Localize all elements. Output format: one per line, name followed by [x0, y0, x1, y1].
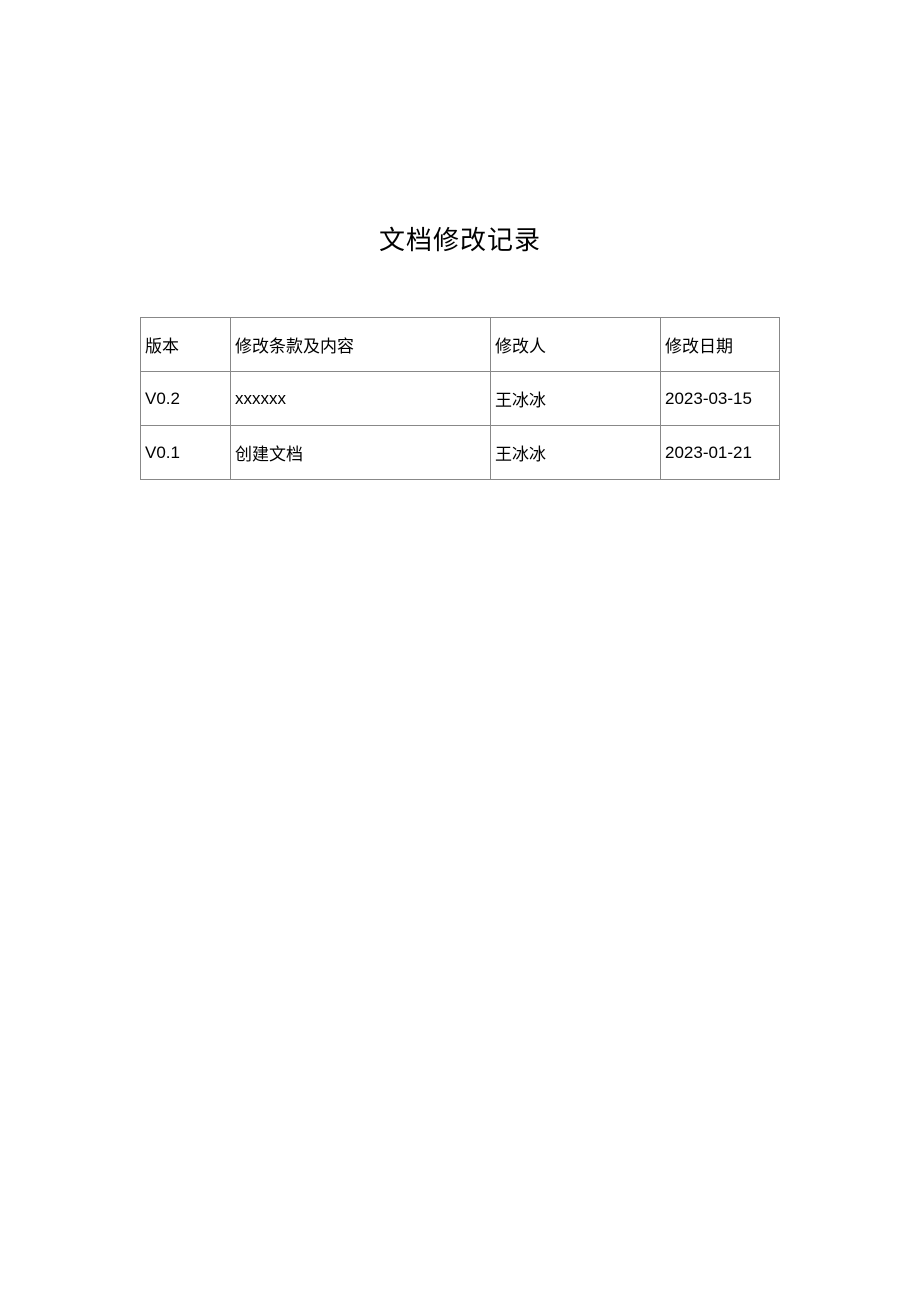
- cell-content: xxxxxx: [231, 372, 491, 426]
- page-title: 文档修改记录: [140, 220, 780, 257]
- table-row: V0.1 创建文档 王冰冰 2023-01-21: [141, 426, 780, 480]
- cell-author: 王冰冰: [491, 372, 661, 426]
- cell-author: 王冰冰: [491, 426, 661, 480]
- cell-version: V0.1: [141, 426, 231, 480]
- table-row: V0.2 xxxxxx 王冰冰 2023-03-15: [141, 372, 780, 426]
- header-date: 修改日期: [661, 318, 780, 372]
- document-page: 文档修改记录 版本 修改条款及内容 修改人 修改日期 V0.2 xxxxxx 王…: [0, 0, 920, 480]
- header-version: 版本: [141, 318, 231, 372]
- header-content: 修改条款及内容: [231, 318, 491, 372]
- header-author: 修改人: [491, 318, 661, 372]
- cell-date: 2023-03-15: [661, 372, 780, 426]
- table-header-row: 版本 修改条款及内容 修改人 修改日期: [141, 318, 780, 372]
- cell-version: V0.2: [141, 372, 231, 426]
- cell-date: 2023-01-21: [661, 426, 780, 480]
- cell-content: 创建文档: [231, 426, 491, 480]
- revision-table: 版本 修改条款及内容 修改人 修改日期 V0.2 xxxxxx 王冰冰 2023…: [140, 317, 780, 480]
